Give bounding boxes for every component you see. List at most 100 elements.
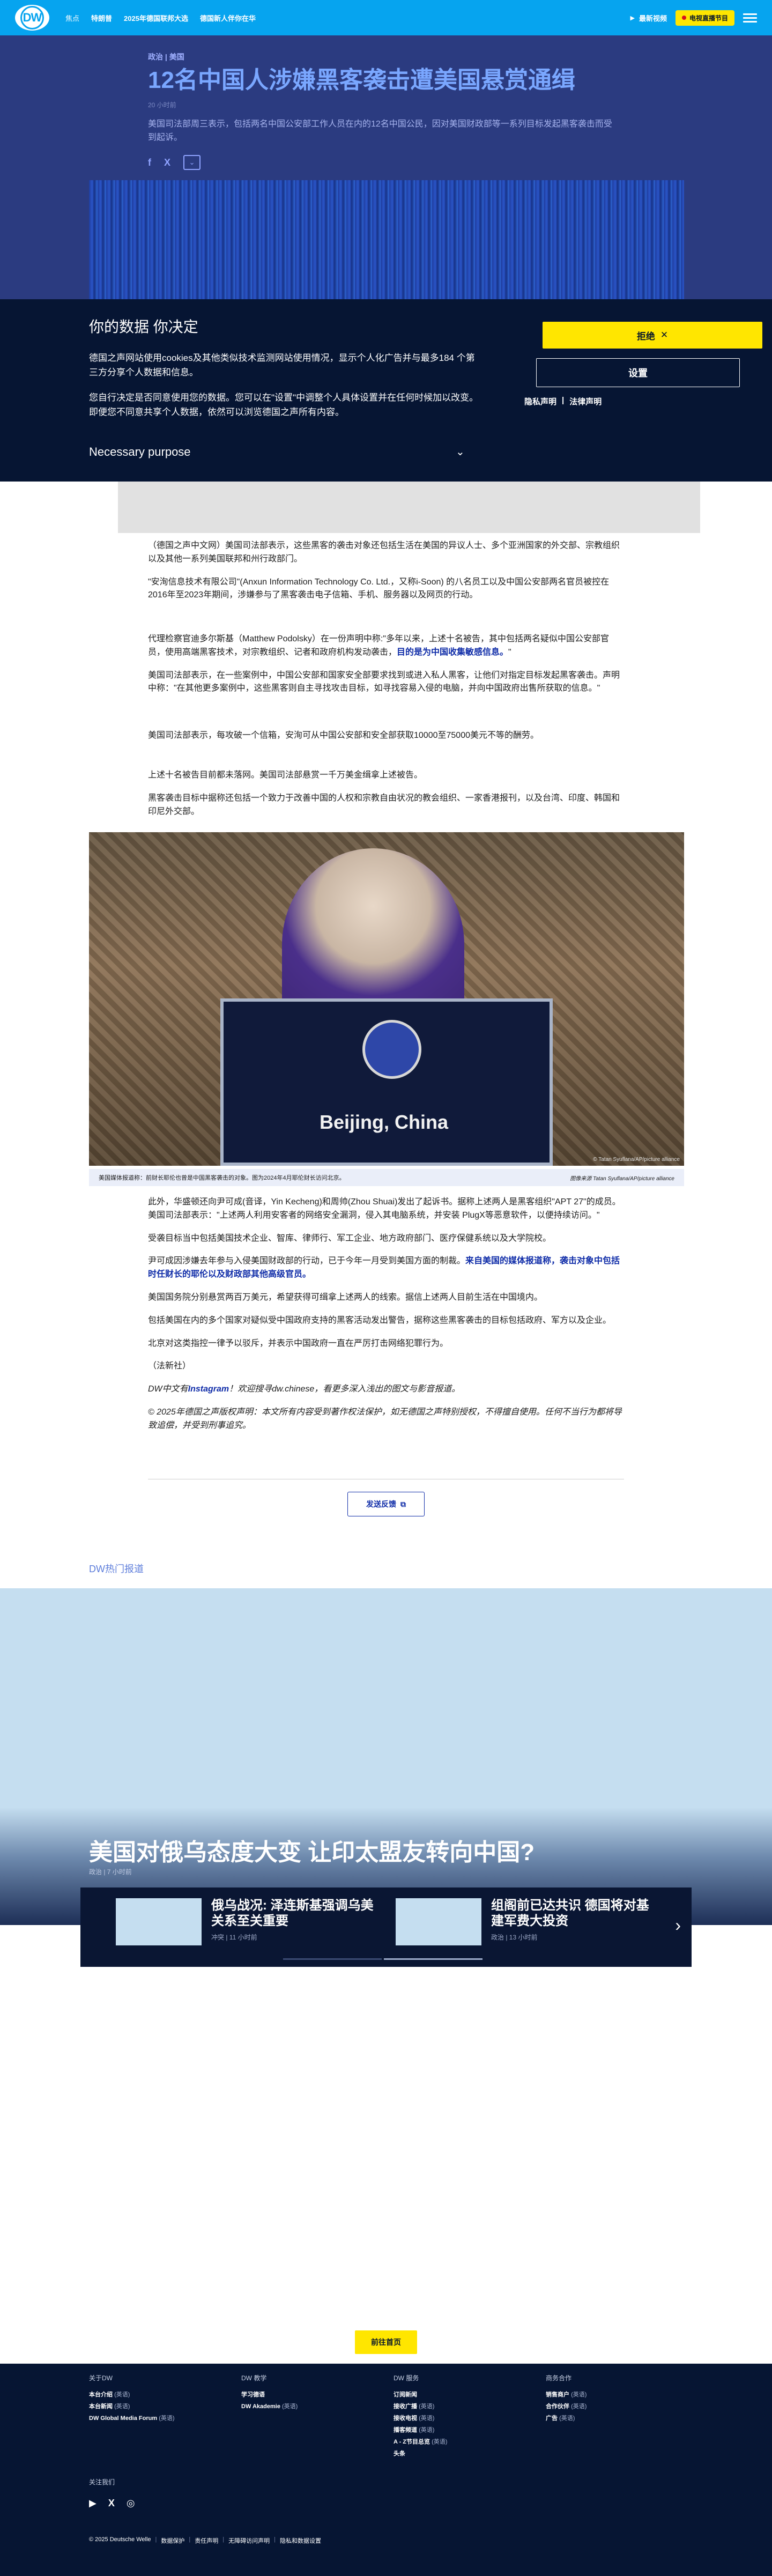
carousel-card[interactable]: 俄乌战况: 泽连斯基强调乌美关系至关重要 冲突 | 11 小时前 <box>116 1898 384 1952</box>
footer-link[interactable]: 播客频道 (英语) <box>394 2425 447 2434</box>
live-tv-button[interactable]: 电视直播节目 <box>675 10 734 26</box>
necessary-purpose-toggle[interactable]: Necessary purpose <box>89 445 191 459</box>
carousel-card-text: 组阁前已达共识 德国将对基建军费大投资 政治 | 13 小时前 <box>491 1898 657 1952</box>
footer-link-lang: (英语) <box>571 2403 587 2410</box>
share-bar: f X ⌄ <box>148 155 630 171</box>
more-share-chevron-icon[interactable]: ⌄ <box>183 155 201 171</box>
nav-item-trump[interactable]: 特朗普 <box>91 13 112 23</box>
footer-link-lang: (英语) <box>114 2403 130 2410</box>
go-home-button[interactable]: 前往首页 <box>355 2330 417 2354</box>
footer-col-learn: DW 教学 学习德语 DW Akademie (英语) <box>241 2373 298 2414</box>
footer-col-about: 关于DW 本台介绍 (英语) 本台新闻 (英语) DW Global Media… <box>89 2373 175 2425</box>
footer-link[interactable]: 广告 (英语) <box>546 2414 587 2422</box>
settings-button[interactable]: 设置 <box>536 358 740 387</box>
reject-button[interactable]: 拒绝 ✕ <box>543 322 762 349</box>
cookie-text-2: 您自行决定是否同意使用您的数据。您可以在"设置"中调整个人具体设置并在任何时候加… <box>89 393 479 418</box>
cookie-links: 隐私声明 | 法律声明 <box>524 396 602 407</box>
hot-stories-heading: DW热门报道 <box>89 1564 144 1574</box>
instagram-link[interactable]: Instagram <box>188 1385 229 1394</box>
body-paragraph: 尹可成因涉嫌去年参与入侵美国财政部的行动，已于今年一月受到美国方面的制裁。来自美… <box>148 1255 625 1282</box>
footer-link[interactable]: A - Z节目总览 (英语) <box>394 2437 447 2446</box>
footer-link-label: 本台新闻 <box>89 2403 113 2410</box>
facebook-icon[interactable]: f <box>148 157 151 168</box>
dw-logo[interactable]: DW <box>15 5 49 31</box>
article-body-e: 此外，华盛顿还向尹可成(音译，Yin Kecheng)和周帅(Zhou Shua… <box>148 1196 625 1442</box>
close-icon: ✕ <box>660 330 669 340</box>
hero-content: 政治 | 美国 12名中国人涉嫌黑客袭击遭美国悬赏通缉 20 小时前 美国司法部… <box>148 51 630 171</box>
footer-separator: | <box>222 2536 225 2543</box>
footer-bottom-link[interactable]: 无障碍访问声明 <box>228 2536 270 2545</box>
footer-bottom-link[interactable]: 隐私和数据设置 <box>280 2536 321 2545</box>
nav-item-focus[interactable]: 焦点 <box>65 13 79 23</box>
footer-link[interactable]: 头条 <box>394 2449 447 2457</box>
featured-story-title[interactable]: 美国对俄乌态度大变 让印太盟友转向中国? <box>89 1833 535 1867</box>
featured-story-meta: 政治 | 7 小时前 <box>89 1868 132 1876</box>
latest-videos-link[interactable]: ▶ 最新视频 <box>630 13 667 23</box>
footer-link[interactable]: 学习德语 <box>241 2390 298 2399</box>
body-paragraph: 包括美国在内的多个国家对疑似受中国政府支持的黑客活动发出警告，据称这些黑客袭击的… <box>148 1315 612 1325</box>
footer-link[interactable]: DW Akademie (英语) <box>241 2402 298 2410</box>
podium-plate-text: Beijing, China <box>319 1111 448 1133</box>
footer-link[interactable]: 销售商户 (英语) <box>546 2390 587 2399</box>
article-body-a: （德国之声中文网）美国司法部表示，这些黑客的袭击对象还包括生活在美国的异议人士、… <box>148 539 625 612</box>
footer-link[interactable]: 合作伙伴 (英语) <box>546 2402 587 2410</box>
footer-link-label: 销售商户 <box>546 2392 569 2398</box>
youtube-icon[interactable]: ▶ <box>89 2498 96 2509</box>
follow-us-label: 关注我们 <box>89 2478 115 2486</box>
footer-bottom-link[interactable]: 数据保护 <box>161 2536 184 2545</box>
hamburger-menu-icon[interactable] <box>743 11 757 25</box>
paragraph-text: 代理检察官迪多尔斯基（Matthew Podolsky）在一份声明中称:"多年以… <box>148 634 609 657</box>
publish-time: 20 小时前 <box>148 101 176 109</box>
footer-link-label: 头条 <box>394 2451 405 2457</box>
body-paragraph: "安洵信息技术有限公司"(Anxun Information Technolog… <box>148 577 610 600</box>
inline-link[interactable]: 目的是为中国收集敏感信息。 <box>397 648 508 657</box>
article-hero: 政治 | 美国 12名中国人涉嫌黑客袭击遭美国悬赏通缉 20 小时前 美国司法部… <box>0 35 772 304</box>
footer-link[interactable]: 本台新闻 (英语) <box>89 2402 175 2410</box>
x-twitter-icon[interactable]: X <box>108 2498 115 2509</box>
body-paragraph: 受袭目标当中包括美国技术企业、智库、律师行、军工企业、地方政府部门、医疗保健系统… <box>148 1233 552 1243</box>
footer-link[interactable]: 接收广播 (英语) <box>394 2402 447 2410</box>
carousel-card[interactable]: 组阁前已达共识 德国将对基建军费大投资 政治 | 13 小时前 <box>396 1898 664 1952</box>
article-photo[interactable]: Beijing, China © Tatan Syuflana/AP/pictu… <box>89 832 684 1166</box>
footer-bottom-link[interactable]: 责任声明 <box>195 2536 218 2545</box>
reject-label: 拒绝 <box>636 331 655 342</box>
footer-col-title: 关于DW <box>89 2374 113 2382</box>
footer-link-label: 广告 <box>546 2415 558 2422</box>
footer-link-lang: (英语) <box>159 2415 175 2422</box>
body-paragraph: （德国之声中文网）美国司法部表示，这些黑客的袭击对象还包括生活在美国的异议人士、… <box>148 541 620 564</box>
footer-col-title: 商务合作 <box>546 2374 572 2382</box>
send-feedback-button[interactable]: 发送反馈 ⧉ <box>347 1492 425 1516</box>
legal-link[interactable]: 法律声明 <box>569 396 602 407</box>
nav-item-china-life[interactable]: 德国新人伴你在华 <box>200 13 256 23</box>
carousel-card-title: 俄乌战况: 泽连斯基强调乌美关系至关重要 <box>211 1898 374 1928</box>
footer-separator: | <box>189 2536 191 2543</box>
footer-link[interactable]: 订阅新闻 <box>394 2390 447 2399</box>
footer-col-title: DW 教学 <box>241 2374 267 2382</box>
footer-link-lang: (英语) <box>559 2415 575 2422</box>
footer-link[interactable]: 本台介绍 (英语) <box>89 2390 175 2399</box>
chevron-right-icon[interactable]: › <box>675 1915 681 1935</box>
footer-link-label: 学习德语 <box>241 2392 265 2398</box>
body-paragraph: 代理检察官迪多尔斯基（Matthew Podolsky）在一份声明中称:"多年以… <box>148 633 625 660</box>
play-icon: ▶ <box>630 14 635 21</box>
footer-link-label: 播客频道 <box>394 2427 417 2433</box>
footer-col-business: 商务合作 销售商户 (英语) 合作伙伴 (英语) 广告 (英语) <box>546 2373 587 2425</box>
ad-placeholder <box>118 482 700 533</box>
cookie-consent-banner: 你的数据 你决定 德国之声网站使用cookies及其他类似技术监测网站使用情况，… <box>0 299 772 482</box>
body-paragraph: 美国司法部表示，每攻破一个信箱，安洵可从中国公安部和安全部获取10000至750… <box>148 731 539 740</box>
instagram-icon[interactable]: ◎ <box>127 2498 135 2509</box>
external-window-icon: ⧉ <box>400 1499 406 1508</box>
cookie-text-1: 德国之声网站使用cookies及其他类似技术监测网站使用情况，显示个人化广告并与… <box>89 353 475 378</box>
footer-link-label: 合作伙伴 <box>546 2403 569 2410</box>
footer-link[interactable]: DW Global Media Forum (英语) <box>89 2414 175 2422</box>
nav-item-election[interactable]: 2025年德国联邦大选 <box>124 13 188 23</box>
privacy-link[interactable]: 隐私声明 <box>524 396 556 407</box>
footer-col-services: DW 服务 订阅新闻 接收广播 (英语) 接收电视 (英语) 播客频道 (英语)… <box>394 2373 447 2461</box>
x-twitter-icon[interactable]: X <box>164 157 170 168</box>
footer-link-lang: (英语) <box>282 2403 298 2410</box>
body-paragraph: 上述十名被告目前都未落网。美国司法部悬赏一千万美金缉拿上述被告。 <box>148 771 423 780</box>
breadcrumb[interactable]: 政治 | 美国 <box>148 51 630 62</box>
footer-link-lang: (英语) <box>571 2392 587 2398</box>
footer-link[interactable]: 接收电视 (英语) <box>394 2414 447 2422</box>
chevron-down-icon[interactable]: ⌄ <box>456 445 465 458</box>
